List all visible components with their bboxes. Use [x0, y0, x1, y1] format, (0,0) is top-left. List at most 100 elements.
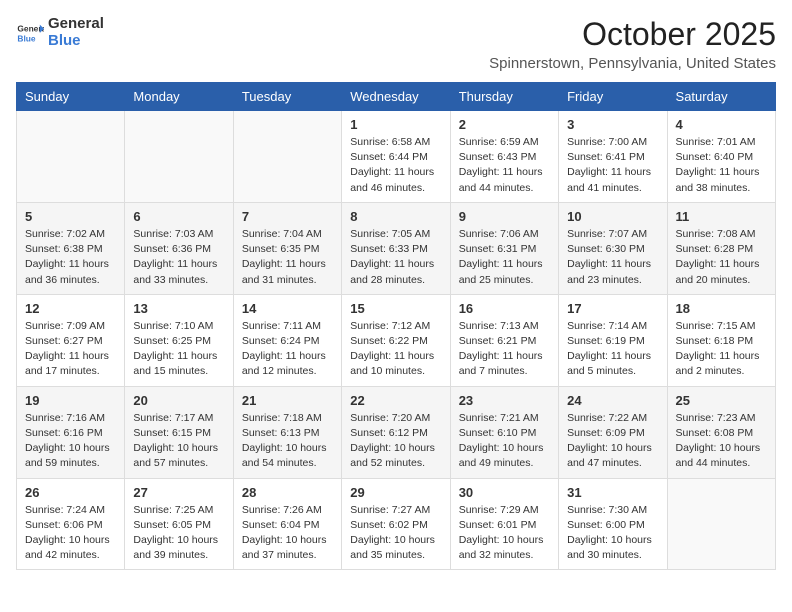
day-number: 2 — [459, 117, 550, 132]
day-number: 10 — [567, 209, 658, 224]
day-info: Sunrise: 7:26 AM Sunset: 6:04 PM Dayligh… — [242, 503, 333, 564]
day-number: 20 — [133, 393, 224, 408]
day-info: Sunrise: 7:13 AM Sunset: 6:21 PM Dayligh… — [459, 319, 550, 380]
page-container: General Blue General Blue October 2025 S… — [16, 16, 776, 570]
calendar-week-3: 12 Sunrise: 7:09 AM Sunset: 6:27 PM Dayl… — [17, 294, 776, 386]
day-number: 8 — [350, 209, 441, 224]
day-info: Sunrise: 7:07 AM Sunset: 6:30 PM Dayligh… — [567, 227, 658, 288]
calendar-cell: 12 Sunrise: 7:09 AM Sunset: 6:27 PM Dayl… — [17, 294, 125, 386]
calendar-week-4: 19 Sunrise: 7:16 AM Sunset: 6:16 PM Dayl… — [17, 386, 776, 478]
day-number: 26 — [25, 485, 116, 500]
day-info: Sunrise: 6:59 AM Sunset: 6:43 PM Dayligh… — [459, 135, 550, 196]
col-saturday: Saturday — [667, 83, 775, 111]
day-number: 22 — [350, 393, 441, 408]
calendar-cell: 9 Sunrise: 7:06 AM Sunset: 6:31 PM Dayli… — [450, 202, 558, 294]
calendar-cell: 5 Sunrise: 7:02 AM Sunset: 6:38 PM Dayli… — [17, 202, 125, 294]
day-info: Sunrise: 7:25 AM Sunset: 6:05 PM Dayligh… — [133, 503, 224, 564]
calendar-cell: 8 Sunrise: 7:05 AM Sunset: 6:33 PM Dayli… — [342, 202, 450, 294]
calendar-cell: 18 Sunrise: 7:15 AM Sunset: 6:18 PM Dayl… — [667, 294, 775, 386]
day-number: 12 — [25, 301, 116, 316]
calendar-cell: 29 Sunrise: 7:27 AM Sunset: 6:02 PM Dayl… — [342, 478, 450, 570]
day-number: 24 — [567, 393, 658, 408]
calendar-cell: 2 Sunrise: 6:59 AM Sunset: 6:43 PM Dayli… — [450, 111, 558, 203]
day-number: 29 — [350, 485, 441, 500]
day-number: 16 — [459, 301, 550, 316]
day-info: Sunrise: 7:09 AM Sunset: 6:27 PM Dayligh… — [25, 319, 116, 380]
day-number: 11 — [676, 209, 767, 224]
calendar-cell: 15 Sunrise: 7:12 AM Sunset: 6:22 PM Dayl… — [342, 294, 450, 386]
calendar-cell: 31 Sunrise: 7:30 AM Sunset: 6:00 PM Dayl… — [559, 478, 667, 570]
col-monday: Monday — [125, 83, 233, 111]
logo-blue: Blue — [48, 33, 104, 50]
day-number: 4 — [676, 117, 767, 132]
calendar-cell: 7 Sunrise: 7:04 AM Sunset: 6:35 PM Dayli… — [233, 202, 341, 294]
col-thursday: Thursday — [450, 83, 558, 111]
calendar-cell: 16 Sunrise: 7:13 AM Sunset: 6:21 PM Dayl… — [450, 294, 558, 386]
day-number: 13 — [133, 301, 224, 316]
day-number: 5 — [25, 209, 116, 224]
location-title: Spinnerstown, Pennsylvania, United State… — [489, 55, 776, 72]
calendar-cell: 21 Sunrise: 7:18 AM Sunset: 6:13 PM Dayl… — [233, 386, 341, 478]
calendar-week-2: 5 Sunrise: 7:02 AM Sunset: 6:38 PM Dayli… — [17, 202, 776, 294]
day-number: 19 — [25, 393, 116, 408]
day-info: Sunrise: 7:17 AM Sunset: 6:15 PM Dayligh… — [133, 411, 224, 472]
day-info: Sunrise: 7:05 AM Sunset: 6:33 PM Dayligh… — [350, 227, 441, 288]
day-info: Sunrise: 7:29 AM Sunset: 6:01 PM Dayligh… — [459, 503, 550, 564]
calendar-cell: 6 Sunrise: 7:03 AM Sunset: 6:36 PM Dayli… — [125, 202, 233, 294]
calendar-cell: 24 Sunrise: 7:22 AM Sunset: 6:09 PM Dayl… — [559, 386, 667, 478]
day-info: Sunrise: 7:14 AM Sunset: 6:19 PM Dayligh… — [567, 319, 658, 380]
calendar-cell: 28 Sunrise: 7:26 AM Sunset: 6:04 PM Dayl… — [233, 478, 341, 570]
calendar-cell — [17, 111, 125, 203]
calendar-cell: 17 Sunrise: 7:14 AM Sunset: 6:19 PM Dayl… — [559, 294, 667, 386]
day-info: Sunrise: 7:30 AM Sunset: 6:00 PM Dayligh… — [567, 503, 658, 564]
calendar-week-5: 26 Sunrise: 7:24 AM Sunset: 6:06 PM Dayl… — [17, 478, 776, 570]
day-info: Sunrise: 7:21 AM Sunset: 6:10 PM Dayligh… — [459, 411, 550, 472]
day-info: Sunrise: 7:20 AM Sunset: 6:12 PM Dayligh… — [350, 411, 441, 472]
day-number: 28 — [242, 485, 333, 500]
logo-wordmark: General Blue — [48, 16, 104, 49]
calendar-cell: 27 Sunrise: 7:25 AM Sunset: 6:05 PM Dayl… — [125, 478, 233, 570]
calendar-cell — [233, 111, 341, 203]
day-info: Sunrise: 7:23 AM Sunset: 6:08 PM Dayligh… — [676, 411, 767, 472]
header-row: Sunday Monday Tuesday Wednesday Thursday… — [17, 83, 776, 111]
day-number: 6 — [133, 209, 224, 224]
day-number: 27 — [133, 485, 224, 500]
calendar-table: Sunday Monday Tuesday Wednesday Thursday… — [16, 82, 776, 570]
col-friday: Friday — [559, 83, 667, 111]
day-info: Sunrise: 7:12 AM Sunset: 6:22 PM Dayligh… — [350, 319, 441, 380]
calendar-body: 1 Sunrise: 6:58 AM Sunset: 6:44 PM Dayli… — [17, 111, 776, 570]
day-info: Sunrise: 7:16 AM Sunset: 6:16 PM Dayligh… — [25, 411, 116, 472]
day-number: 30 — [459, 485, 550, 500]
day-info: Sunrise: 6:58 AM Sunset: 6:44 PM Dayligh… — [350, 135, 441, 196]
day-info: Sunrise: 7:08 AM Sunset: 6:28 PM Dayligh… — [676, 227, 767, 288]
calendar-cell: 1 Sunrise: 6:58 AM Sunset: 6:44 PM Dayli… — [342, 111, 450, 203]
day-number: 15 — [350, 301, 441, 316]
svg-text:Blue: Blue — [17, 33, 35, 43]
logo-general: General — [48, 16, 104, 33]
calendar-cell: 13 Sunrise: 7:10 AM Sunset: 6:25 PM Dayl… — [125, 294, 233, 386]
calendar-cell: 23 Sunrise: 7:21 AM Sunset: 6:10 PM Dayl… — [450, 386, 558, 478]
calendar-cell: 20 Sunrise: 7:17 AM Sunset: 6:15 PM Dayl… — [125, 386, 233, 478]
day-info: Sunrise: 7:15 AM Sunset: 6:18 PM Dayligh… — [676, 319, 767, 380]
calendar-cell: 10 Sunrise: 7:07 AM Sunset: 6:30 PM Dayl… — [559, 202, 667, 294]
day-number: 1 — [350, 117, 441, 132]
calendar-cell — [667, 478, 775, 570]
day-info: Sunrise: 7:04 AM Sunset: 6:35 PM Dayligh… — [242, 227, 333, 288]
day-number: 14 — [242, 301, 333, 316]
day-number: 9 — [459, 209, 550, 224]
calendar-cell: 14 Sunrise: 7:11 AM Sunset: 6:24 PM Dayl… — [233, 294, 341, 386]
day-info: Sunrise: 7:22 AM Sunset: 6:09 PM Dayligh… — [567, 411, 658, 472]
month-title: October 2025 — [489, 16, 776, 53]
day-number: 23 — [459, 393, 550, 408]
day-info: Sunrise: 7:27 AM Sunset: 6:02 PM Dayligh… — [350, 503, 441, 564]
title-section: October 2025 Spinnerstown, Pennsylvania,… — [489, 16, 776, 72]
day-info: Sunrise: 7:24 AM Sunset: 6:06 PM Dayligh… — [25, 503, 116, 564]
calendar-cell: 3 Sunrise: 7:00 AM Sunset: 6:41 PM Dayli… — [559, 111, 667, 203]
day-info: Sunrise: 7:06 AM Sunset: 6:31 PM Dayligh… — [459, 227, 550, 288]
day-info: Sunrise: 7:10 AM Sunset: 6:25 PM Dayligh… — [133, 319, 224, 380]
day-info: Sunrise: 7:00 AM Sunset: 6:41 PM Dayligh… — [567, 135, 658, 196]
calendar-cell: 4 Sunrise: 7:01 AM Sunset: 6:40 PM Dayli… — [667, 111, 775, 203]
calendar-week-1: 1 Sunrise: 6:58 AM Sunset: 6:44 PM Dayli… — [17, 111, 776, 203]
day-number: 25 — [676, 393, 767, 408]
day-info: Sunrise: 7:18 AM Sunset: 6:13 PM Dayligh… — [242, 411, 333, 472]
